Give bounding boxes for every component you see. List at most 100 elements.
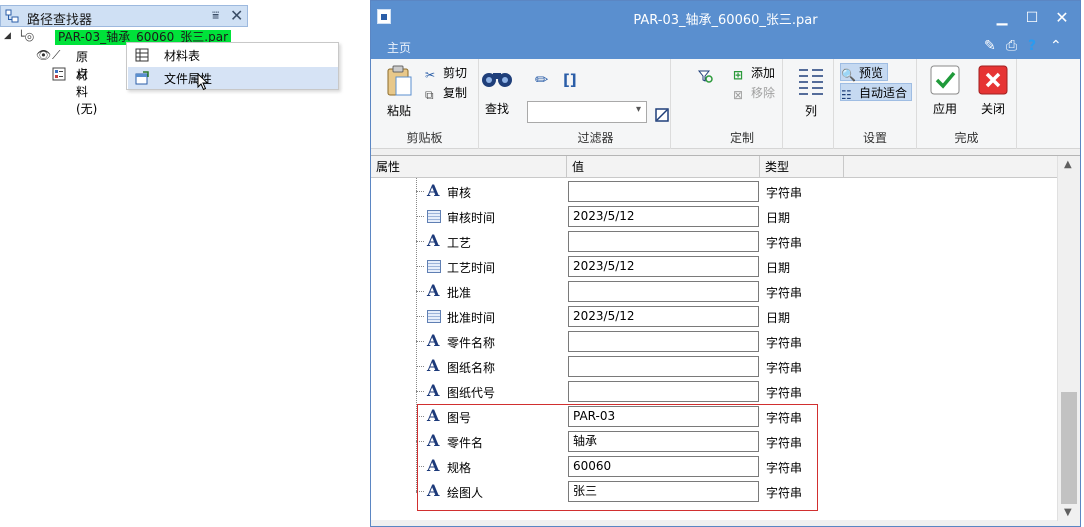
table-row[interactable]: A 图纸代号 字符串 [371, 379, 1057, 404]
table-row[interactable]: 批准时间 2023/5/12 日期 [371, 304, 1057, 329]
remove-button[interactable]: ⊠ 移除 [733, 84, 775, 102]
tree-connector [416, 266, 424, 267]
title-bar[interactable]: PAR-03_轴承_60060_张三.par ▁ ☐ ✕ [371, 1, 1080, 35]
find-button[interactable]: 查找 [479, 67, 515, 117]
menu-item-file-properties[interactable]: 文件属性 [128, 67, 338, 89]
paste-button[interactable]: 粘贴 [381, 65, 417, 119]
add-label: 添加 [751, 66, 776, 80]
pathfinder-icon [5, 9, 19, 23]
apply-label: 应用 [932, 102, 957, 116]
origin-icon: ⟋ [52, 48, 61, 62]
add-button[interactable]: ⊞ 添加 [733, 64, 775, 82]
collapse-ribbon-icon[interactable]: ⌃ [1050, 38, 1062, 54]
print-icon[interactable]: ⎙ [1006, 38, 1017, 54]
ribbon-tab-bar: 主页 ✎ ⎙ ? ⌃ [371, 35, 1080, 59]
columns-label: 列 [804, 104, 817, 118]
auto-fit-icon: ☷ [841, 88, 852, 102]
scroll-up-icon[interactable]: ▲ [1064, 159, 1072, 170]
string-icon: A [427, 381, 440, 400]
auto-fit-toggle[interactable]: ☷ 自动适合 [840, 83, 913, 102]
property-value-input[interactable]: 2023/5/12 [568, 256, 759, 277]
scroll-thumb[interactable] [1061, 392, 1077, 504]
table-row[interactable]: A 审核 字符串 [371, 179, 1057, 204]
table-row[interactable]: 工艺时间 2023/5/12 日期 [371, 254, 1057, 279]
column-header-property[interactable]: 属性 [371, 156, 567, 178]
eye-icon[interactable]: 👁 [36, 48, 51, 62]
part-lock-icon: └◎ [18, 30, 35, 43]
group-label: 定制 [729, 131, 754, 145]
edit-filter-button[interactable]: ✏ [535, 71, 548, 89]
window-title: PAR-03_轴承_60060_张三.par [633, 13, 818, 28]
table-row[interactable]: A 批准 字符串 [371, 279, 1057, 304]
date-icon [427, 210, 441, 223]
column-header-type[interactable]: 类型 [760, 156, 844, 178]
menu-item-label: 材料表 [164, 49, 201, 63]
table-row[interactable]: A 工艺 字符串 [371, 229, 1057, 254]
tab-home[interactable]: 主页 [387, 39, 411, 56]
magnifier-icon: 🔍 [841, 68, 856, 82]
property-name: 批准 [447, 286, 472, 300]
apply-button[interactable]: 应用 [925, 65, 965, 117]
close-window-button[interactable]: ✕ [1049, 7, 1075, 29]
minimize-button[interactable]: ▁ [989, 7, 1015, 29]
table-row[interactable]: A 零件名称 字符串 [371, 329, 1057, 354]
property-type: 字符串 [766, 336, 803, 350]
property-value-input[interactable] [568, 281, 759, 302]
preview-toggle[interactable]: 🔍 预览 [840, 63, 889, 82]
property-value-input[interactable]: 2023/5/12 [568, 206, 759, 227]
property-value-input[interactable] [568, 356, 759, 377]
tree-connector [416, 316, 424, 317]
property-type: 字符串 [766, 186, 803, 200]
date-icon [427, 310, 441, 323]
clear-filter-icon[interactable] [655, 106, 669, 124]
scroll-down-icon[interactable]: ▼ [1064, 507, 1072, 518]
menu-item-bill-of-materials[interactable]: 材料表 [128, 44, 338, 66]
tree-connector [416, 366, 424, 367]
property-value-input[interactable] [568, 331, 759, 352]
table-row[interactable]: A 图纸名称 字符串 [371, 354, 1057, 379]
column-header-value[interactable]: 值 [567, 156, 760, 178]
tree-connector [416, 341, 424, 342]
group-settings: 🔍 预览 ☷ 自动适合 设置 [833, 59, 917, 149]
filter-combo[interactable] [527, 101, 647, 123]
mouse-cursor-icon [197, 73, 209, 91]
property-type: 日期 [766, 311, 791, 325]
property-name: 审核 [447, 186, 472, 200]
property-grid: 属性 值 类型 A 审核 字符串 审核时间 2023/5/12 日期 A 工艺 字符串 工艺时间 2… [371, 155, 1080, 521]
copy-icon: ⧉ [425, 88, 434, 102]
property-value-input[interactable]: 2023/5/12 [568, 306, 759, 327]
table-icon [135, 48, 149, 62]
cut-button[interactable]: ✂ 剪切 [425, 64, 467, 82]
columns-button[interactable]: 列 [791, 67, 831, 119]
property-name: 批准时间 [447, 311, 496, 325]
property-value-input[interactable] [568, 381, 759, 402]
binoculars-icon [482, 73, 512, 87]
preview-label: 预览 [859, 66, 884, 80]
tree-connector [416, 291, 424, 292]
copy-button[interactable]: ⧉ 复制 [425, 84, 467, 102]
string-icon: A [427, 281, 440, 300]
checkmark-icon [930, 65, 960, 95]
edit-icon[interactable]: ✎ [984, 38, 996, 54]
property-value-input[interactable] [568, 181, 759, 202]
property-type: 日期 [766, 261, 791, 275]
scissors-icon: ✂ [425, 68, 436, 82]
help-icon[interactable]: ? [1028, 38, 1036, 54]
table-row[interactable]: 审核时间 2023/5/12 日期 [371, 204, 1057, 229]
refresh-filter-icon[interactable] [697, 67, 713, 85]
close-label: 关闭 [980, 102, 1005, 116]
close-button[interactable]: 关闭 [973, 65, 1013, 117]
maximize-button[interactable]: ☐ [1019, 7, 1045, 29]
vertical-scrollbar[interactable]: ▲ ▼ [1057, 156, 1080, 521]
expand-arrow-icon[interactable]: ◢ [4, 31, 11, 41]
property-value-input[interactable] [568, 231, 759, 252]
find-label: 查找 [484, 102, 509, 116]
property-name: 工艺时间 [447, 261, 496, 275]
group-label: 设置 [862, 131, 887, 145]
file-properties-icon [135, 71, 149, 85]
pathfinder-header: 路径查找器 ⩸ ✕ [0, 5, 248, 28]
tree-connector [416, 241, 424, 242]
close-icon[interactable]: ✕ [230, 6, 243, 25]
pin-dropdown-icon[interactable]: ⩸ [212, 8, 219, 23]
bracket-filter-button[interactable]: [] [563, 71, 577, 89]
